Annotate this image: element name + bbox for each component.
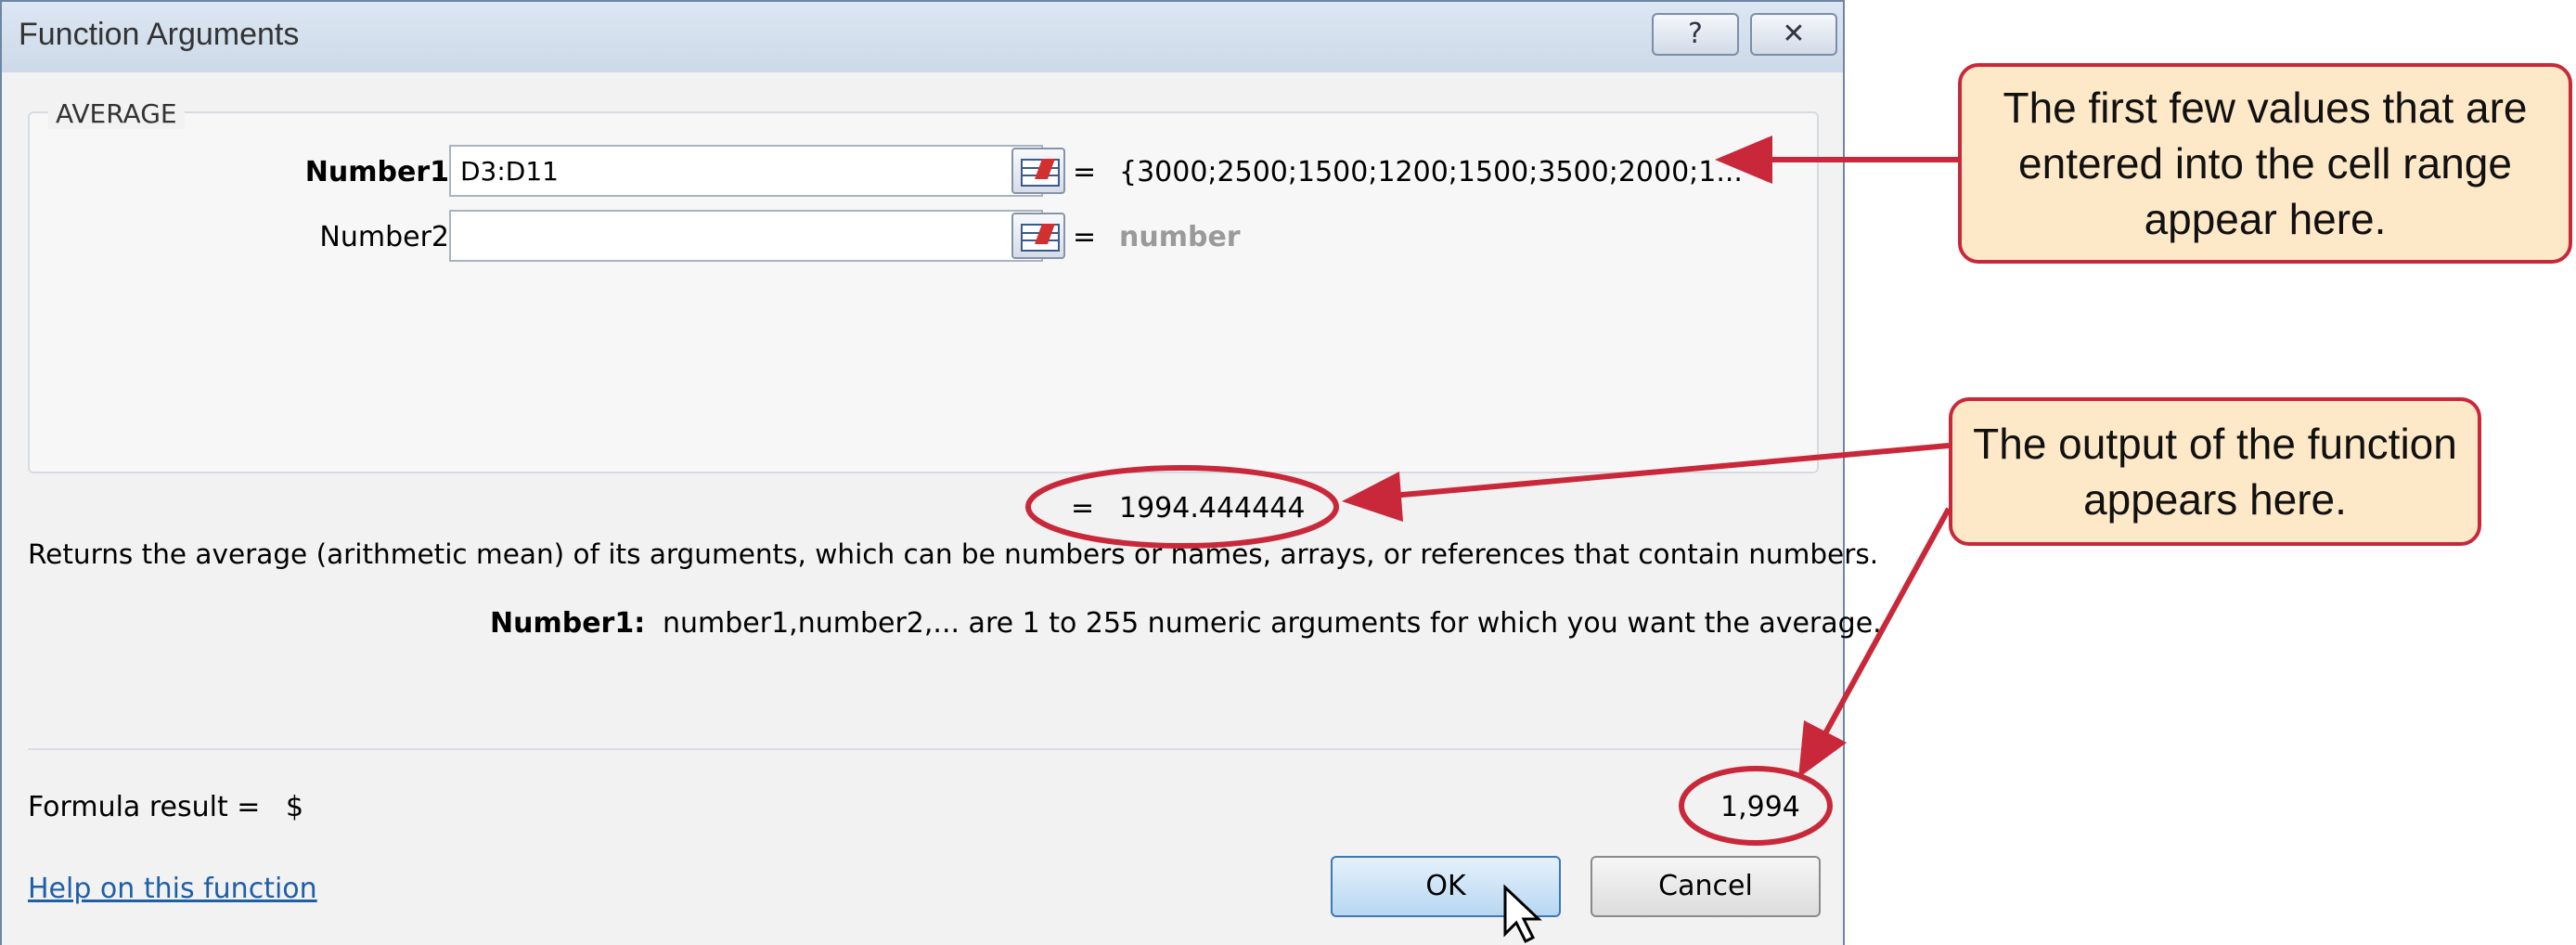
result-highlight-ellipse [1025, 465, 1339, 549]
callout-values-text: The first few values that are entered in… [2003, 84, 2528, 243]
formula-arrowhead [1798, 720, 1847, 778]
formula-arrow-line [1822, 507, 1951, 737]
values-arrowhead [1715, 136, 1772, 184]
output-arrowhead [1342, 472, 1403, 522]
callout-output: The output of the function appears here. [1949, 397, 2481, 546]
output-arrow-line [1391, 443, 1950, 498]
callout-output-text: The output of the function appears here. [1973, 420, 2457, 524]
formula-result-highlight-ellipse [1679, 766, 1833, 846]
callout-values: The first few values that are entered in… [1958, 63, 2572, 264]
mouse-cursor-icon [1503, 884, 1542, 944]
